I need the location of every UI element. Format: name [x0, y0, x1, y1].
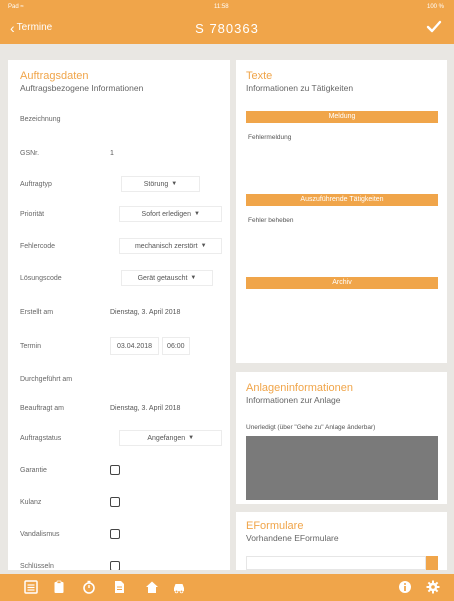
archiv-button[interactable]: Archiv	[246, 277, 438, 289]
clock: 11:58	[214, 4, 229, 10]
field-label: Erstellt am	[20, 308, 54, 316]
row-partial: Schlüsseln	[20, 558, 222, 570]
row-vandalismus: Vandalismus	[20, 526, 222, 542]
row-fehlercode: Fehlercode mechanisch zerstört ▼	[20, 238, 222, 254]
eformulare-panel: EFormulare Vorhandene EFormulare	[236, 512, 447, 570]
section-title: Anlageninformationen	[246, 382, 354, 394]
checkmark-icon[interactable]	[426, 19, 442, 35]
row-erstellt: Erstellt am Dienstag, 3. April 2018	[20, 304, 222, 320]
section-title: Auftragsdaten	[20, 70, 89, 82]
partial-checkbox[interactable]	[110, 561, 120, 570]
status-bar: Pad ≈ 11:58 100 %	[0, 0, 454, 14]
section-header: Auftragsdaten Auftragsbezogene Informati…	[20, 70, 143, 93]
gsnr-value: 1	[110, 149, 114, 157]
field-label: Fehlercode	[20, 242, 56, 250]
select-value: Sofort erledigen	[141, 210, 191, 218]
stopwatch-icon[interactable]	[82, 580, 96, 594]
section-header: Anlageninformationen Informationen zur A…	[246, 382, 353, 405]
termin-date-input[interactable]: 03.04.2018	[110, 337, 160, 355]
meldung-button[interactable]: Meldung	[246, 111, 438, 123]
field-label: Kulanz	[20, 498, 42, 506]
select-value: Störung	[143, 180, 169, 188]
row-loesungscode: Lösungscode Gerät getauscht ▼	[20, 270, 222, 286]
carrier-label: Pad ≈	[8, 4, 24, 10]
row-beauftragt: Beauftragt am Dienstag, 3. April 2018	[20, 400, 222, 416]
field-label: Durchgeführt am	[20, 375, 73, 383]
section-subtitle: Vorhandene EFormulare	[246, 533, 339, 543]
section-subtitle: Informationen zu Tätigkeiten	[246, 83, 354, 93]
row-kulanz: Kulanz	[20, 494, 222, 510]
field-label: Garantie	[20, 466, 47, 474]
home-icon[interactable]	[145, 580, 159, 594]
auftragsdaten-panel: Auftragsdaten Auftragsbezogene Informati…	[8, 60, 230, 570]
auftragstatus-select[interactable]: Angefangen ▼	[119, 430, 222, 446]
meldung-textarea[interactable]: Fehlermeldung	[246, 130, 438, 180]
list-icon[interactable]	[24, 580, 38, 594]
field-label: Auftragstatus	[20, 434, 62, 442]
nav-bar: ‹ Termine S 780363	[0, 14, 454, 44]
section-subtitle: Auftragsbezogene Informationen	[20, 83, 144, 93]
page-title: S 780363	[195, 21, 259, 36]
taetigkeiten-button[interactable]: Auszuführende Tätigkeiten	[246, 194, 438, 206]
erstellt-value: Dienstag, 3. April 2018	[110, 308, 181, 316]
field-label: Lösungscode	[20, 274, 62, 282]
document-icon[interactable]	[112, 580, 126, 594]
prioritaet-select[interactable]: Sofort erledigen ▼	[119, 206, 222, 222]
caret-down-icon: ▼	[200, 243, 207, 249]
eformular-item[interactable]	[246, 556, 426, 570]
section-header: Texte Informationen zu Tätigkeiten	[246, 70, 353, 93]
row-gsnr: GSNr. 1	[20, 145, 222, 161]
field-label: Auftragtyp	[20, 180, 52, 188]
battery-label: 100 %	[426, 4, 444, 10]
section-title: EFormulare	[246, 520, 304, 532]
anlage-note: Unerledigt (über "Gehe zu" Anlage änderb…	[246, 424, 376, 431]
select-value: Gerät getauscht	[137, 274, 188, 282]
row-bezeichnung: Bezeichnung	[20, 111, 222, 127]
fehlercode-select[interactable]: mechanisch zerstört ▼	[119, 238, 222, 254]
texte-panel: Texte Informationen zu Tätigkeiten Meldu…	[236, 60, 447, 363]
taetigkeiten-textarea[interactable]: Fehler beheben	[246, 213, 438, 263]
row-garantie: Garantie	[20, 462, 222, 478]
auftragtyp-select[interactable]: Störung ▼	[121, 176, 200, 192]
field-label: Schlüsseln	[20, 562, 54, 570]
row-auftragtyp: Auftragtyp Störung ▼	[20, 176, 222, 192]
field-label: Bezeichnung	[20, 115, 61, 123]
section-title: Texte	[246, 70, 273, 82]
select-value: mechanisch zerstört	[134, 242, 198, 250]
anlage-panel: Anlageninformationen Informationen zur A…	[236, 372, 447, 504]
garantie-checkbox[interactable]	[110, 465, 120, 475]
field-label: Beauftragt am	[20, 404, 64, 412]
beauftragt-value: Dienstag, 3. April 2018	[110, 404, 181, 412]
tab-bar	[0, 574, 454, 601]
caret-down-icon: ▼	[171, 181, 178, 187]
caret-down-icon: ▼	[188, 435, 195, 441]
row-auftragstatus: Auftragstatus Angefangen ▼	[20, 430, 222, 446]
row-durchgefuehrt: Durchgeführt am	[20, 371, 222, 387]
info-icon[interactable]	[398, 580, 412, 594]
section-header: EFormulare Vorhandene EFormulare	[246, 520, 339, 543]
clipboard-icon[interactable]	[52, 580, 66, 594]
gear-icon[interactable]	[426, 580, 440, 594]
field-label: GSNr.	[20, 149, 40, 157]
eformular-item-action[interactable]	[426, 556, 438, 570]
field-label: Priorität	[20, 210, 45, 218]
car-icon[interactable]	[172, 580, 186, 594]
field-label: Vandalismus	[20, 530, 60, 538]
loesungscode-select[interactable]: Gerät getauscht ▼	[121, 270, 213, 286]
kulanz-checkbox[interactable]	[110, 497, 120, 507]
select-value: Angefangen	[147, 434, 186, 442]
termin-time-input[interactable]: 06:00	[162, 337, 190, 355]
field-label: Termin	[20, 342, 42, 350]
section-subtitle: Informationen zur Anlage	[246, 395, 341, 405]
caret-down-icon: ▼	[193, 211, 200, 217]
row-prioritaet: Priorität Sofort erledigen ▼	[20, 206, 222, 222]
vandalismus-checkbox[interactable]	[110, 529, 120, 539]
caret-down-icon: ▼	[190, 275, 197, 281]
row-termin: Termin 03.04.2018 06:00	[20, 336, 222, 356]
anlage-info-box	[246, 436, 438, 500]
